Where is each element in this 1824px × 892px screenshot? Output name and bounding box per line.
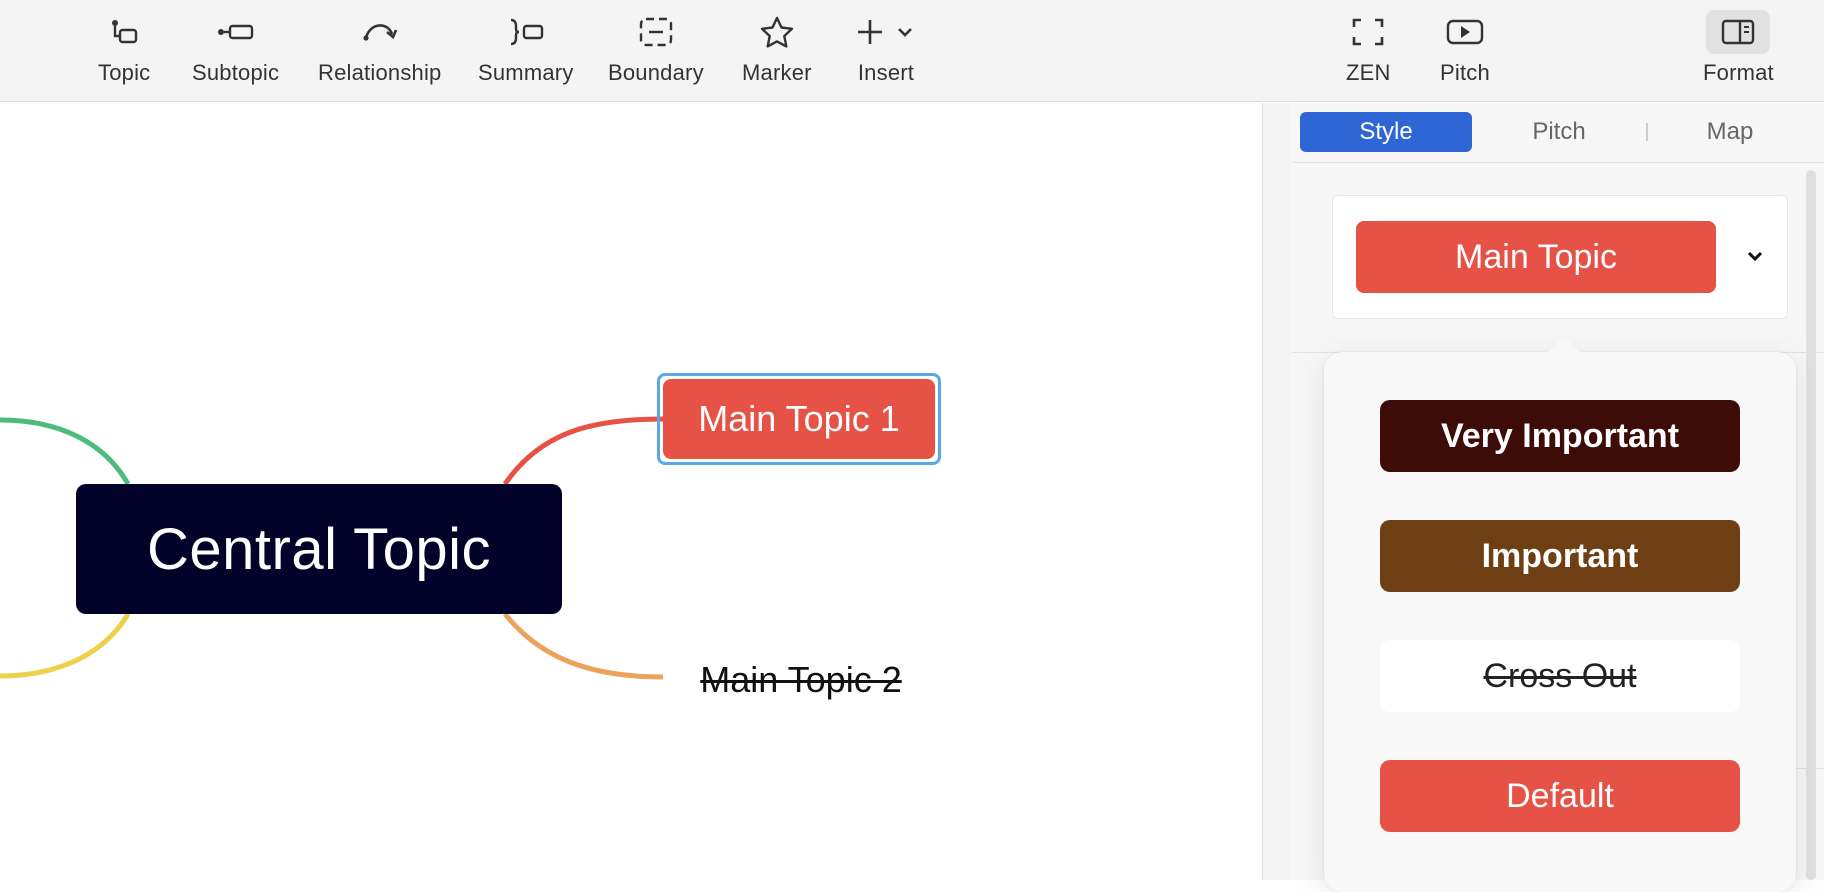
boundary-button[interactable]: Boundary: [608, 14, 704, 94]
boundary-label: Boundary: [608, 60, 704, 85]
tab-style[interactable]: Style: [1300, 112, 1472, 152]
boundary-icon: [636, 14, 676, 50]
popover-arrow: [1548, 336, 1580, 352]
style-dropdown-toggle[interactable]: [1740, 244, 1770, 268]
subtopic-icon: [216, 14, 256, 50]
style-preview-button[interactable]: Main Topic: [1356, 221, 1716, 293]
style-option-very-important[interactable]: Very Important: [1380, 400, 1740, 472]
style-option-cross-out[interactable]: Cross Out: [1380, 640, 1740, 712]
chevron-down-icon: [1747, 251, 1763, 262]
relationship-icon: [360, 14, 400, 50]
zen-label: ZEN: [1346, 60, 1391, 85]
relationship-button[interactable]: Relationship: [318, 14, 441, 94]
marker-button[interactable]: Marker: [742, 14, 812, 94]
marker-label: Marker: [742, 60, 812, 85]
toolbar: Topic Subtopic Relationship Summary Boun…: [0, 0, 1824, 102]
mind-map-canvas[interactable]: Central Topic Main Topic 1 Main Topic 2: [0, 103, 1262, 880]
topic-label: Topic: [98, 60, 151, 85]
summary-label: Summary: [478, 60, 574, 85]
relationship-label: Relationship: [318, 60, 442, 85]
pitch-label: Pitch: [1440, 60, 1490, 85]
topic-button[interactable]: Topic: [98, 14, 150, 94]
summary-icon: [506, 14, 546, 50]
sidebar-panel-icon: [1706, 10, 1771, 54]
pitch-button[interactable]: Pitch: [1440, 14, 1490, 94]
panel-tabs: Style Pitch Map: [1300, 112, 1812, 152]
branch-red: [502, 416, 664, 486]
plus-icon: [852, 14, 920, 50]
branch-green: [0, 417, 131, 486]
format-button[interactable]: Format: [1703, 10, 1774, 94]
branch-yellow: [0, 612, 131, 679]
panel-scrollbar[interactable]: [1806, 170, 1816, 880]
subtopic-button[interactable]: Subtopic: [192, 14, 279, 94]
subtopic-label: Subtopic: [192, 60, 280, 85]
main-topic-2[interactable]: Main Topic 2: [696, 655, 906, 705]
star-icon: [757, 14, 797, 50]
insert-label: Insert: [857, 60, 915, 85]
central-topic[interactable]: Central Topic: [76, 484, 562, 614]
style-option-default[interactable]: Default: [1380, 760, 1740, 832]
insert-button[interactable]: Insert: [852, 14, 920, 94]
topic-icon: [104, 14, 144, 50]
chevron-down-icon: [898, 28, 912, 37]
tab-map[interactable]: Map: [1648, 112, 1812, 152]
fullscreen-icon: [1348, 14, 1388, 50]
summary-button[interactable]: Summary: [478, 14, 574, 94]
tab-pitch[interactable]: Pitch: [1472, 112, 1646, 152]
play-icon: [1445, 14, 1485, 50]
main-topic-1[interactable]: Main Topic 1: [663, 379, 935, 459]
divider: [1292, 162, 1824, 163]
format-label: Format: [1703, 60, 1774, 85]
branch-orange: [503, 612, 664, 680]
zen-button[interactable]: ZEN: [1346, 14, 1391, 94]
style-option-important[interactable]: Important: [1380, 520, 1740, 592]
